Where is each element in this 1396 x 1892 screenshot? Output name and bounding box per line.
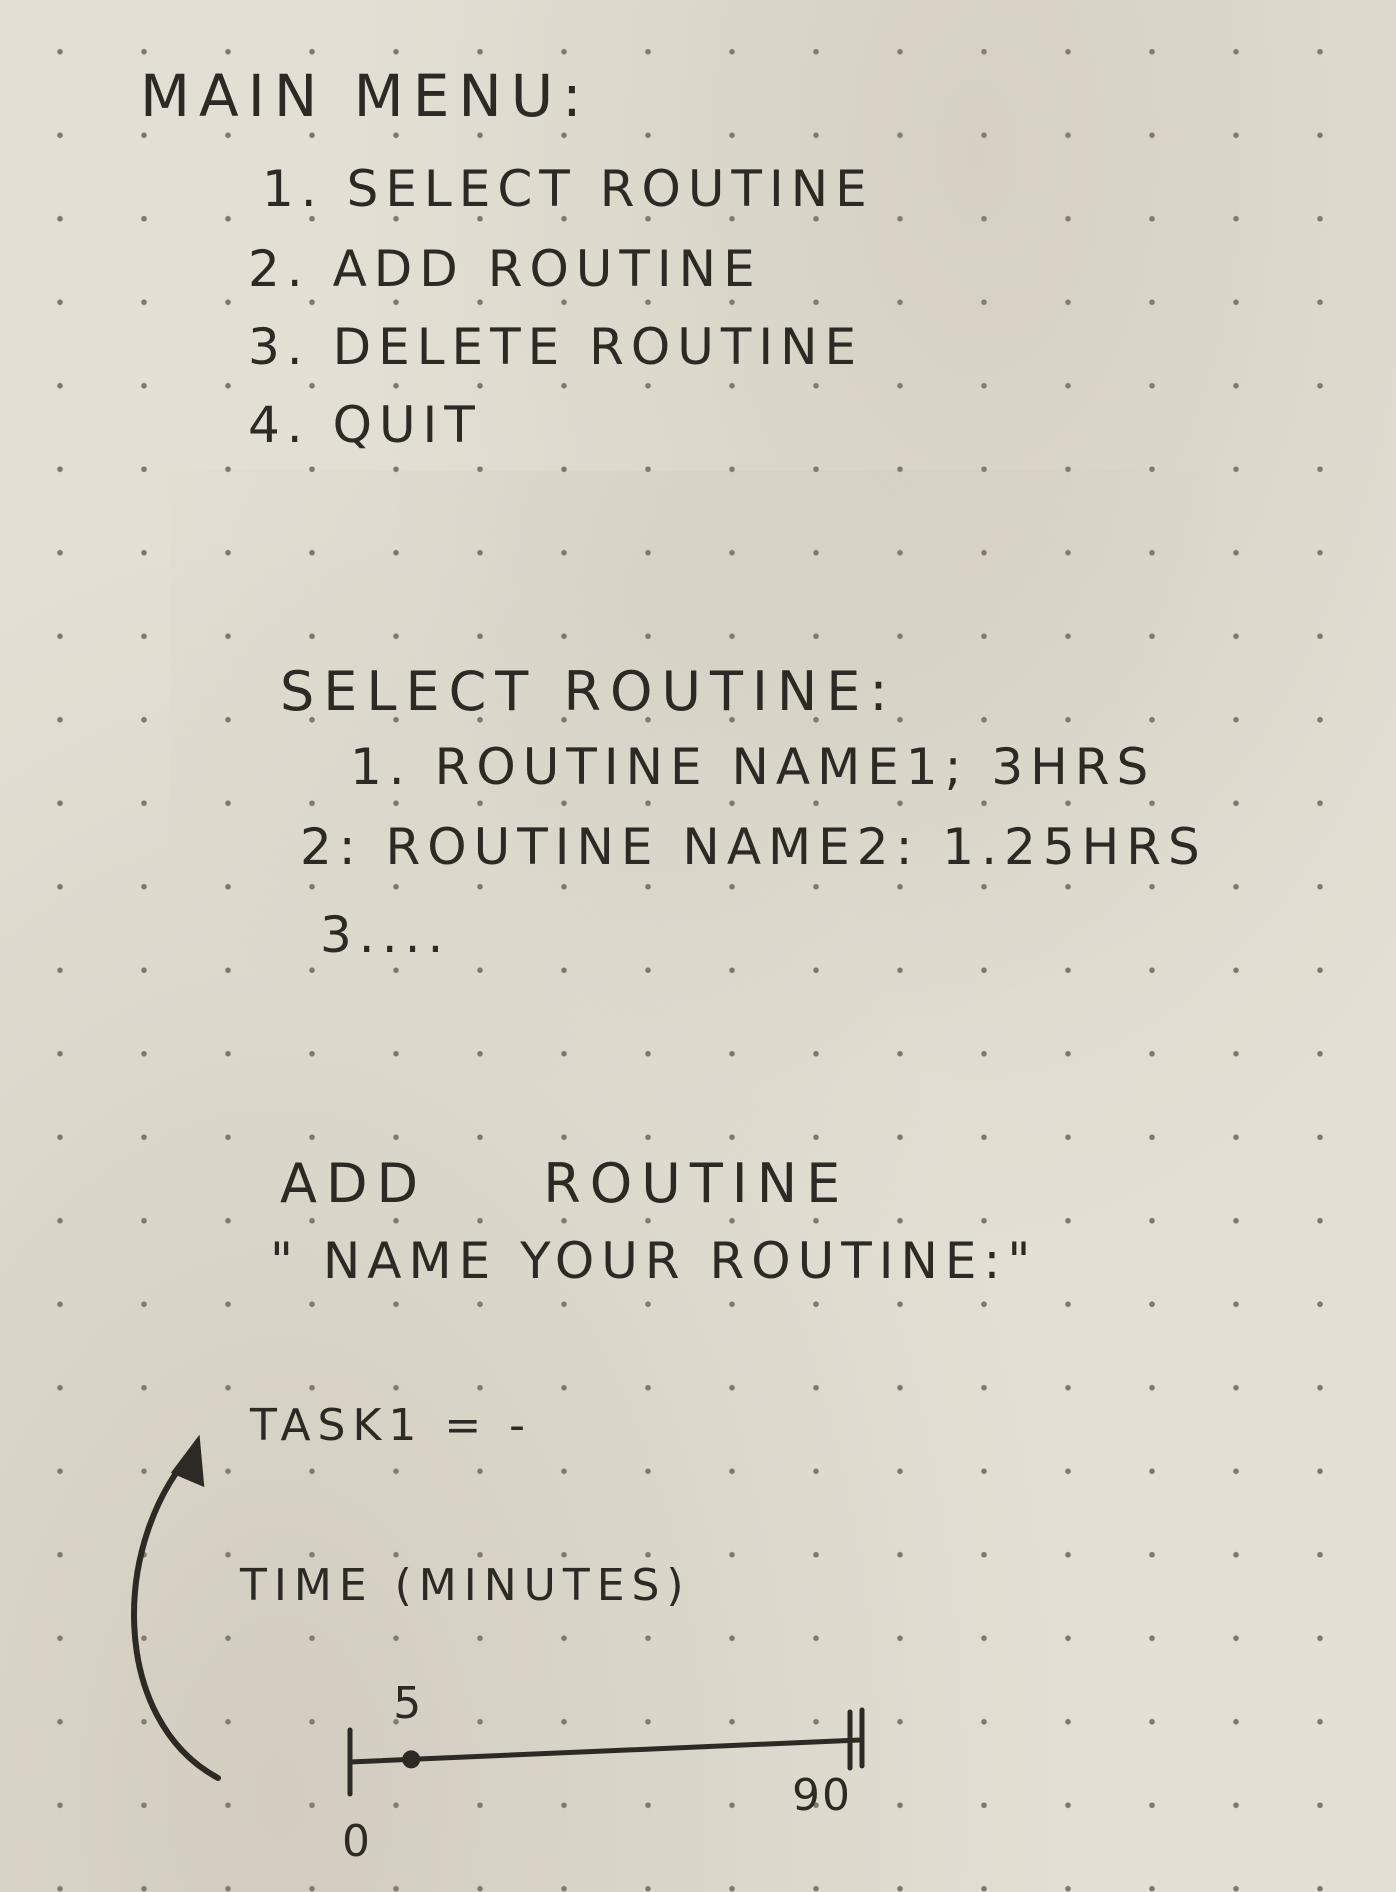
add-routine-title: ADD ROUTINE [280,1152,850,1215]
main-menu-item-add-routine[interactable]: 2. ADD ROUTINE [248,240,762,298]
main-menu-item-select-routine[interactable]: 1. SELECT ROUTINE [262,160,874,218]
time-slider-track[interactable] [347,1737,863,1765]
routine-list-item-2[interactable]: 2: ROUTINE NAME2: 1.25HRS [300,818,1207,876]
select-routine-title: SELECT ROUTINE: [280,660,897,723]
routine-list-item-more: 3.... [320,906,451,964]
handwritten-note: MAIN MENU: 1. SELECT ROUTINE 2. ADD ROUT… [0,0,1396,1892]
main-menu-title: MAIN MENU: [140,62,591,130]
routine-list-item-1[interactable]: 1. ROUTINE NAME1; 3HRS [350,738,1155,796]
time-slider-min-label: 0 [342,1816,372,1867]
time-slider-max-label: 90 [792,1770,852,1821]
name-routine-prompt[interactable]: " NAME YOUR ROUTINE:" [270,1232,1037,1290]
main-menu-item-delete-routine[interactable]: 3. DELETE ROUTINE [248,318,863,376]
loop-back-arrow [131,1445,221,1781]
time-slider-value-label: 5 [393,1678,423,1729]
loop-back-arrowhead-icon [170,1434,205,1488]
time-minutes-label: TIME (MINUTES) [240,1560,691,1611]
time-slider-handle[interactable] [402,1750,421,1769]
main-menu-item-quit[interactable]: 4. QUIT [248,396,482,454]
task-1-field[interactable]: TASK1 = - [250,1400,532,1451]
